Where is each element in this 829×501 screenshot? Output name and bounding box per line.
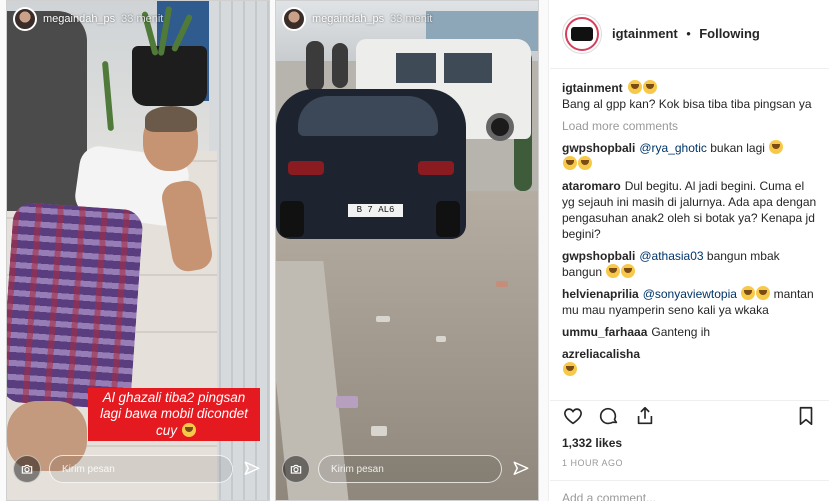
laugh-emoji-icon: [606, 264, 621, 278]
laugh-emoji-icon: [563, 156, 577, 170]
story-1-time: 33 menit: [121, 13, 164, 25]
share-icon[interactable]: [634, 405, 656, 432]
comment-item: ataromaro Dul begitu. Al jadi begini. Cum…: [562, 178, 817, 242]
story-2-footer: Kirim pesan: [282, 454, 532, 484]
comment-username[interactable]: azreliacalisha: [562, 347, 640, 361]
post-timestamp: 1 HOUR AGO: [562, 458, 624, 468]
add-comment-input[interactable]: Add a comment...: [550, 480, 829, 501]
story-2-photo: B 7 AL6: [276, 1, 538, 500]
comment-username[interactable]: ataromaro: [562, 179, 621, 193]
load-more-comments-link[interactable]: Load more comments: [562, 118, 817, 134]
comments-list: igtainment Bang al gpp kan? Kok bisa tib…: [562, 80, 817, 398]
story-2-username: megaindah_ps: [312, 13, 385, 25]
story-screenshot-2: B 7 AL6 megaindah_ps 33 menit Kirim pesa…: [275, 0, 539, 501]
laugh-emoji-icon: [563, 362, 577, 376]
sad-emoji-icon: [642, 80, 657, 94]
send-icon[interactable]: [510, 458, 532, 480]
comment-item: ummu_farhaaa Ganteng ih: [562, 324, 817, 340]
caption-username[interactable]: igtainment: [562, 81, 623, 95]
comment-item: azreliacalisha: [562, 346, 817, 378]
comment-item: gwpshopbali @athasia03 bangun mbak bangun: [562, 248, 817, 280]
comment-text: bukan lagi: [706, 141, 765, 155]
caption-line-2: lagi bawa mobil dicondet: [100, 406, 248, 421]
post-actions: [550, 400, 829, 436]
laugh-emoji-icon: [756, 286, 771, 300]
bookmark-icon[interactable]: [795, 405, 817, 432]
send-icon[interactable]: [241, 458, 263, 480]
account-avatar[interactable]: [562, 14, 602, 54]
header-separator: •: [686, 26, 691, 41]
following-button[interactable]: Following: [699, 26, 760, 41]
camera-icon[interactable]: [282, 455, 310, 483]
likes-count[interactable]: 1,332 likes: [562, 436, 622, 450]
post-caption: igtainment Bang al gpp kan? Kok bisa tib…: [562, 80, 817, 112]
comment-mention[interactable]: @sonyaviewtopia: [643, 287, 737, 301]
story-2-header: megaindah_ps 33 menit: [282, 7, 432, 31]
caption-line-3: cuy: [151, 423, 181, 439]
story-1-username: megaindah_ps: [43, 13, 116, 25]
story-screenshot-1: megaindah_ps 33 menit Al ghazali tiba2 p…: [6, 0, 270, 501]
sad-emoji-icon: [182, 423, 196, 437]
post-media: megaindah_ps 33 menit Al ghazali tiba2 p…: [0, 0, 549, 501]
caption-text: Bang al gpp kan? Kok bisa tiba tiba ping…: [562, 97, 812, 111]
story-1-footer: Kirim pesan: [13, 454, 263, 484]
post-sidebar: igtainment • Following igtainment Bang a…: [550, 0, 829, 501]
story-1-avatar: [13, 7, 37, 31]
laugh-emoji-icon: [769, 140, 784, 154]
story-1-caption: Al ghazali tiba2 pingsan lagi bawa mobil…: [88, 388, 260, 441]
laugh-emoji-icon: [741, 286, 756, 300]
comment-text: Ganteng ih: [651, 325, 711, 339]
comment-username[interactable]: helvienaprilia: [562, 287, 639, 301]
comment-mention[interactable]: @athasia03: [639, 249, 703, 263]
license-plate: B 7 AL6: [348, 204, 403, 217]
story-1-header: megaindah_ps 33 menit: [13, 7, 163, 31]
comment-item: helvienaprilia @sonyaviewtopia mantan mu …: [562, 286, 817, 318]
post-header: igtainment • Following: [550, 0, 829, 69]
story-2-avatar: [282, 7, 306, 31]
comment-mention[interactable]: @rya_ghotic: [639, 141, 707, 155]
comment-username[interactable]: gwpshopbali: [562, 249, 635, 263]
comment-icon[interactable]: [598, 405, 620, 432]
caption-line-1: Al ghazali tiba2 pingsan: [102, 390, 246, 405]
story-2-message-input[interactable]: Kirim pesan: [318, 455, 502, 483]
comment-item: gwpshopbali @rya_ghotic bukan lagi: [562, 140, 817, 172]
camera-icon[interactable]: [13, 455, 41, 483]
laugh-emoji-icon: [578, 156, 592, 170]
story-2-time: 33 menit: [390, 13, 433, 25]
story-1-message-input[interactable]: Kirim pesan: [49, 455, 233, 483]
heart-icon[interactable]: [562, 405, 584, 432]
comment-username[interactable]: gwpshopbali: [562, 141, 635, 155]
scream-emoji-icon: [627, 80, 642, 94]
account-username[interactable]: igtainment: [612, 26, 678, 41]
comment-username[interactable]: ummu_farhaaa: [562, 325, 647, 339]
laugh-emoji-icon: [621, 264, 636, 278]
